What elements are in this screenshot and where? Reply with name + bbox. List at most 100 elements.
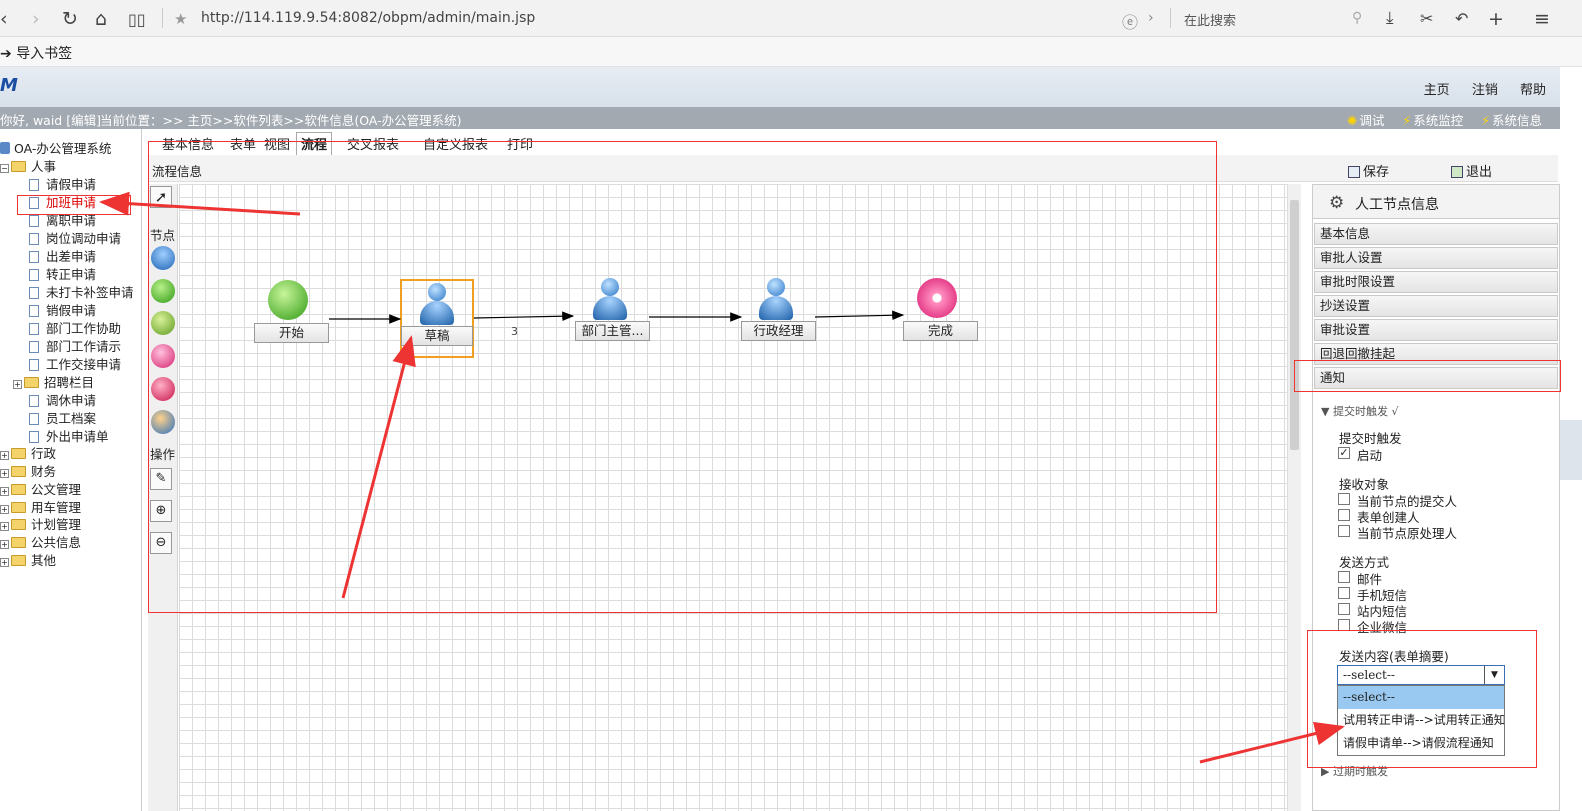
- collapse-panel-handle[interactable]: [1560, 420, 1582, 480]
- folder-icon: [11, 502, 26, 513]
- debug-label: 调试: [1359, 113, 1385, 128]
- document-icon: [29, 431, 39, 443]
- tree-item[interactable]: 部门工作协助: [29, 320, 121, 337]
- expand-icon[interactable]: +: [13, 380, 22, 389]
- download-icon[interactable]: ⤓: [1386, 8, 1394, 28]
- tree-item[interactable]: 岗位调动申请: [29, 230, 121, 247]
- tree-item-label: 员工档案: [46, 411, 97, 426]
- panel-header: ⚙ 人工节点信息: [1313, 185, 1559, 219]
- logo: M: [0, 75, 18, 96]
- tree-group[interactable]: + 行政: [0, 445, 56, 462]
- tree-group[interactable]: + 其他: [0, 552, 56, 569]
- tree-group-label: 计划管理: [31, 517, 82, 532]
- tree-item[interactable]: 销假申请: [29, 302, 96, 319]
- import-bookmarks[interactable]: ➔ 导入书签: [0, 43, 72, 63]
- tree-group[interactable]: + 计划管理: [0, 516, 81, 533]
- tree-item[interactable]: 员工档案: [29, 410, 96, 427]
- breadcrumb: 当前位置：>> 主页>>软件列表>>软件信息(OA-办公管理系统): [100, 113, 462, 128]
- chevron-right-icon[interactable]: ›: [1148, 10, 1154, 26]
- canvas-scrollbar[interactable]: [1287, 184, 1301, 811]
- expand-icon[interactable]: +: [0, 505, 9, 514]
- tree-item[interactable]: 部门工作请示: [29, 338, 121, 355]
- menu-icon[interactable]: ≡: [1534, 8, 1550, 30]
- tree-item-label: 外出申请单: [46, 429, 109, 444]
- folder-icon: [11, 519, 26, 530]
- tree-folder-recruit[interactable]: + 招聘栏目: [13, 374, 94, 391]
- new-tab-icon[interactable]: +: [1488, 8, 1504, 30]
- section-cc[interactable]: 抄送设置: [1314, 295, 1558, 317]
- reader-icon[interactable]: ▯▯: [128, 10, 146, 29]
- tree-item-label: 请假申请: [46, 177, 97, 192]
- search-icon[interactable]: ⚲: [1352, 10, 1362, 26]
- tree-group-hr[interactable]: − 人事: [0, 158, 56, 175]
- document-icon: [29, 395, 39, 407]
- tree-item-label: 出差申请: [46, 249, 97, 264]
- document-icon: [29, 179, 39, 191]
- tree-item[interactable]: 转正申请: [29, 266, 96, 283]
- tree-item-label: 离职申请: [46, 213, 97, 228]
- tree-item[interactable]: 外出申请单: [29, 428, 109, 445]
- panel-title: 人工节点信息: [1355, 197, 1439, 213]
- user-greeting[interactable]: 你好, waid [编辑]: [0, 110, 101, 129]
- collapse-icon[interactable]: −: [0, 164, 9, 173]
- expand-icon[interactable]: +: [0, 469, 9, 478]
- link-logout[interactable]: 注销: [1472, 83, 1498, 98]
- method-checkbox[interactable]: [1338, 571, 1350, 583]
- tree-group-label: 公共信息: [31, 535, 82, 550]
- tree-item-label: 招聘栏目: [44, 375, 95, 390]
- system-icon: [0, 142, 10, 154]
- enable-checkbox[interactable]: ✓: [1338, 447, 1350, 459]
- tree-item[interactable]: 请假申请: [29, 176, 96, 193]
- document-icon: [29, 341, 39, 353]
- debug-link[interactable]: ✺ 调试: [1347, 113, 1385, 128]
- expand-icon[interactable]: +: [0, 522, 9, 531]
- tree-item[interactable]: 出差申请: [29, 248, 96, 265]
- document-icon: [29, 269, 39, 281]
- receiver-checkbox[interactable]: [1338, 509, 1350, 521]
- scissors-icon[interactable]: ✂: [1420, 9, 1433, 28]
- tree-group[interactable]: + 公共信息: [0, 534, 81, 551]
- refresh-icon[interactable]: ↻: [62, 8, 78, 30]
- forward-icon[interactable]: ›: [32, 8, 40, 30]
- receiver-option: 当前节点原处理人: [1357, 526, 1458, 541]
- link-help[interactable]: 帮助: [1520, 83, 1546, 98]
- tree-item-label: 部门工作协助: [46, 321, 122, 336]
- method-checkbox[interactable]: [1338, 603, 1350, 615]
- section-approval[interactable]: 审批设置: [1314, 319, 1558, 341]
- tree-group[interactable]: + 用车管理: [0, 499, 81, 516]
- submit-trigger-toggle[interactable]: ▼ 提交时触发 √: [1321, 403, 1398, 419]
- receiver-checkbox[interactable]: [1338, 493, 1350, 505]
- section-approver[interactable]: 审批人设置: [1314, 247, 1558, 269]
- tree-item-label: 未打卡补签申请: [46, 285, 134, 300]
- search-input[interactable]: 在此搜索: [1184, 10, 1236, 29]
- tree-group[interactable]: + 公文管理: [0, 481, 81, 498]
- ie-icon[interactable]: ⓔ: [1122, 9, 1138, 33]
- receiver-checkbox[interactable]: [1338, 525, 1350, 537]
- method-checkbox[interactable]: [1338, 587, 1350, 599]
- scroll-thumb[interactable]: [1290, 200, 1299, 450]
- link-home[interactable]: 主页: [1424, 83, 1450, 98]
- star-icon[interactable]: ★: [174, 10, 187, 28]
- monitor-link[interactable]: ⚡ 系统监控: [1402, 113, 1463, 128]
- expand-icon[interactable]: +: [0, 451, 9, 460]
- sysinfo-link[interactable]: ⚡ 系统信息: [1481, 113, 1542, 128]
- expand-icon[interactable]: +: [0, 487, 9, 496]
- document-icon: [29, 251, 39, 263]
- save-button[interactable]: 保存: [1348, 161, 1389, 180]
- address-bar[interactable]: http://114.119.9.54:8082/obpm/admin/main…: [201, 10, 535, 26]
- back-icon[interactable]: ‹: [0, 8, 8, 30]
- tree-root[interactable]: OA-办公管理系统: [0, 140, 111, 157]
- expand-icon[interactable]: +: [0, 540, 9, 549]
- undo-icon[interactable]: ↶: [1455, 9, 1468, 28]
- exit-button[interactable]: 退出: [1451, 161, 1492, 180]
- section-time-limit[interactable]: 审批时限设置: [1314, 271, 1558, 293]
- tree-item-label: 销假申请: [46, 303, 97, 318]
- tree-item[interactable]: 未打卡补签申请: [29, 284, 134, 301]
- tree-group[interactable]: + 财务: [0, 463, 56, 480]
- tree-item[interactable]: 调休申请: [29, 392, 96, 409]
- expand-icon[interactable]: +: [0, 558, 9, 567]
- tree-item[interactable]: 工作交接申请: [29, 356, 121, 373]
- home-icon[interactable]: ⌂: [95, 8, 107, 30]
- section-basic-info[interactable]: 基本信息: [1314, 223, 1558, 245]
- divider: [1170, 8, 1171, 28]
